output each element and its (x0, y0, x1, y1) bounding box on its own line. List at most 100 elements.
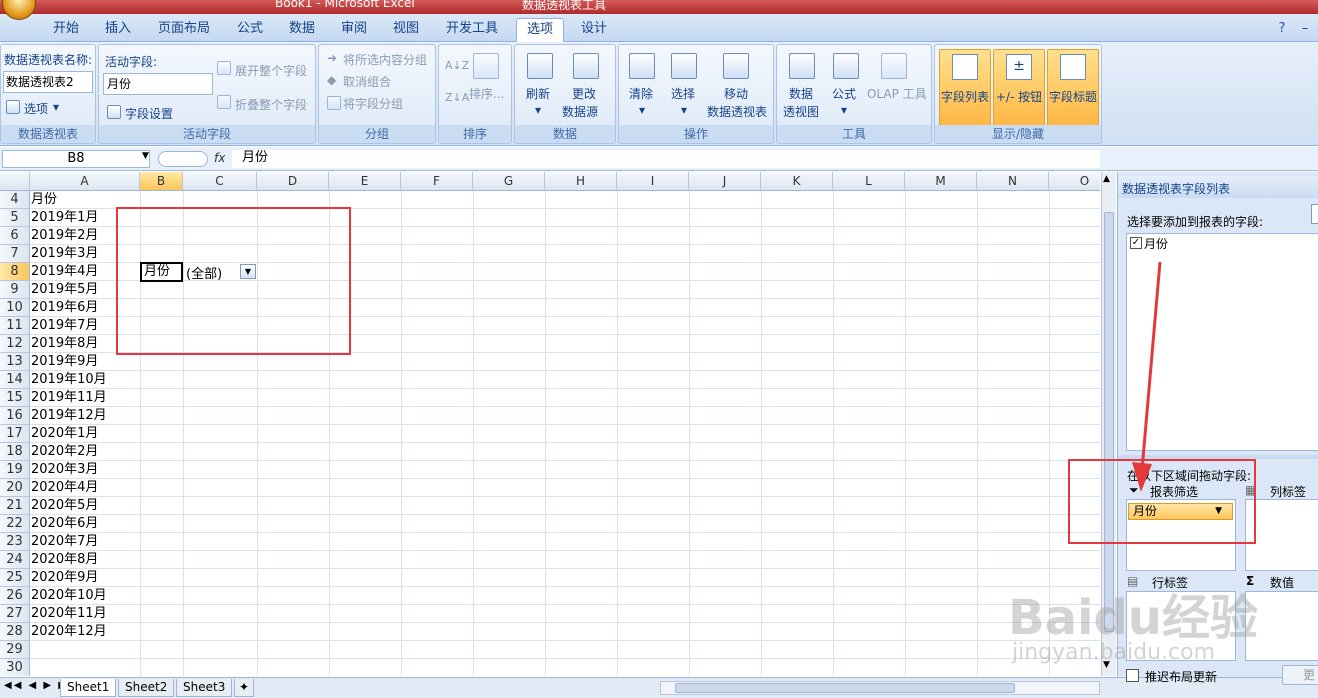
row-header[interactable]: 17 (0, 425, 30, 443)
row-header[interactable]: 18 (0, 443, 30, 461)
row-header[interactable]: 27 (0, 605, 30, 623)
tab-page-layout[interactable]: 页面布局 (148, 18, 220, 42)
tab-developer[interactable]: 开发工具 (440, 18, 504, 42)
cell-a[interactable]: 2019年8月 (31, 335, 98, 353)
tab-view[interactable]: 视图 (384, 18, 428, 42)
row-header[interactable]: 22 (0, 515, 30, 533)
field-list-button[interactable]: 字段列表 (939, 49, 991, 127)
column-header[interactable]: D (257, 172, 329, 191)
move-pivot-button[interactable]: 移动 (724, 85, 748, 102)
fx-icon[interactable]: fx (214, 151, 225, 165)
filter-dropdown-button[interactable]: ▼ (240, 264, 256, 279)
chevron-down-icon[interactable]: ▾ (681, 103, 687, 117)
group-selection-button[interactable]: 将所选内容分组 (343, 51, 427, 68)
field-checkbox[interactable]: ✓ (1130, 237, 1142, 249)
help-icon[interactable]: ? (1272, 18, 1292, 42)
column-header[interactable]: B (140, 172, 183, 191)
cell-a[interactable]: 2019年7月 (31, 317, 98, 335)
row-header[interactable]: 4 (0, 191, 30, 209)
insert-sheet-icon[interactable]: ✦ (234, 679, 255, 697)
tab-insert[interactable]: 插入 (96, 18, 140, 42)
row-header[interactable]: 15 (0, 389, 30, 407)
tab-home[interactable]: 开始 (44, 18, 88, 42)
cell-a[interactable]: 2020年5月 (31, 497, 98, 515)
cell-a[interactable]: 2019年6月 (31, 299, 98, 317)
horizontal-scrollbar[interactable] (660, 681, 1100, 695)
row-header[interactable]: 29 (0, 641, 30, 659)
sheet-tab-sheet2[interactable]: Sheet2 (118, 679, 175, 697)
row-header[interactable]: 20 (0, 479, 30, 497)
chevron-down-icon[interactable]: ▼ (142, 151, 149, 161)
column-header[interactable]: A (30, 172, 140, 191)
layout-options-icon[interactable] (1311, 204, 1318, 224)
row-header[interactable]: 11 (0, 317, 30, 335)
cell-a[interactable]: 2020年3月 (31, 461, 98, 479)
tab-design[interactable]: 设计 (572, 18, 616, 42)
minimize-ribbon-icon[interactable]: – (1296, 18, 1314, 42)
formula-bar-expand-icon[interactable] (158, 151, 208, 167)
field-settings-button[interactable]: 字段设置 (125, 105, 173, 122)
scroll-up-icon[interactable]: ▲ (1103, 174, 1110, 184)
row-header[interactable]: 30 (0, 659, 30, 676)
cell-a[interactable]: 2019年2月 (31, 227, 98, 245)
tab-options[interactable]: 选项 (516, 18, 564, 42)
chevron-down-icon[interactable]: ▾ (53, 100, 59, 114)
cell-a[interactable]: 2020年11月 (31, 605, 107, 623)
cell-a[interactable]: 2019年12月 (31, 407, 107, 425)
sort-button[interactable]: 排序... (469, 85, 504, 102)
ungroup-button[interactable]: 取消组合 (343, 73, 391, 90)
row-header[interactable]: 7 (0, 245, 30, 263)
sheet-tab-sheet1[interactable]: Sheet1 (60, 679, 117, 697)
cell-a[interactable]: 2020年9月 (31, 569, 98, 587)
scroll-thumb[interactable] (1104, 212, 1114, 632)
select-button[interactable]: 选择 (671, 85, 695, 102)
pivot-name-input[interactable]: 数据透视表2 (3, 71, 93, 93)
active-field-input[interactable]: 月份 (103, 73, 213, 95)
field-item-month[interactable]: 月份 (1144, 235, 1168, 252)
column-header[interactable]: K (761, 172, 833, 191)
cell-a[interactable]: 2019年10月 (31, 371, 107, 389)
select-all-corner[interactable] (0, 172, 30, 191)
cell-a[interactable]: 2019年3月 (31, 245, 98, 263)
cell-a[interactable]: 2020年2月 (31, 443, 98, 461)
tab-data[interactable]: 数据 (280, 18, 324, 42)
column-header[interactable]: H (545, 172, 617, 191)
defer-update-checkbox[interactable] (1126, 669, 1139, 682)
row-header[interactable]: 10 (0, 299, 30, 317)
row-header[interactable]: 5 (0, 209, 30, 227)
row-header[interactable]: 25 (0, 569, 30, 587)
cell-a[interactable]: 2020年8月 (31, 551, 98, 569)
cell-a[interactable]: 2020年6月 (31, 515, 98, 533)
tab-review[interactable]: 审阅 (332, 18, 376, 42)
chevron-down-icon[interactable]: ▾ (841, 103, 847, 117)
field-headers-button[interactable]: 字段标题 (1047, 49, 1099, 127)
collapse-field-button[interactable]: 折叠整个字段 (235, 96, 307, 113)
row-header[interactable]: 19 (0, 461, 30, 479)
cell-a[interactable]: 2020年1月 (31, 425, 98, 443)
formula-input[interactable]: 月份 (232, 150, 1100, 168)
column-header[interactable]: E (329, 172, 401, 191)
olap-button[interactable]: OLAP 工具 (867, 85, 927, 102)
hscroll-thumb[interactable] (675, 683, 1015, 693)
row-header[interactable]: 13 (0, 353, 30, 371)
group-field-button[interactable]: 将字段分组 (343, 95, 403, 112)
cell-a[interactable]: 2020年12月 (31, 623, 107, 641)
pivotchart-button[interactable]: 数据 (789, 85, 813, 102)
row-header[interactable]: 9 (0, 281, 30, 299)
row-header[interactable]: 28 (0, 623, 30, 641)
cell-a[interactable]: 2020年10月 (31, 587, 107, 605)
expand-field-button[interactable]: 展开整个字段 (235, 62, 307, 79)
row-header[interactable]: 26 (0, 587, 30, 605)
column-header[interactable]: L (833, 172, 905, 191)
cell-a[interactable]: 2020年7月 (31, 533, 98, 551)
column-header[interactable]: O (1049, 172, 1100, 191)
row-header[interactable]: 16 (0, 407, 30, 425)
clear-button[interactable]: 清除 (629, 85, 653, 102)
column-header[interactable]: C (183, 172, 257, 191)
row-header[interactable]: 24 (0, 551, 30, 569)
options-button[interactable]: 选项 (24, 100, 48, 117)
plus-minus-buttons[interactable]: ± +/- 按钮 (993, 49, 1045, 127)
row-header[interactable]: 12 (0, 335, 30, 353)
sheet-tab-sheet3[interactable]: Sheet3 (176, 679, 233, 697)
cell-a[interactable]: 2019年4月 (31, 263, 98, 281)
